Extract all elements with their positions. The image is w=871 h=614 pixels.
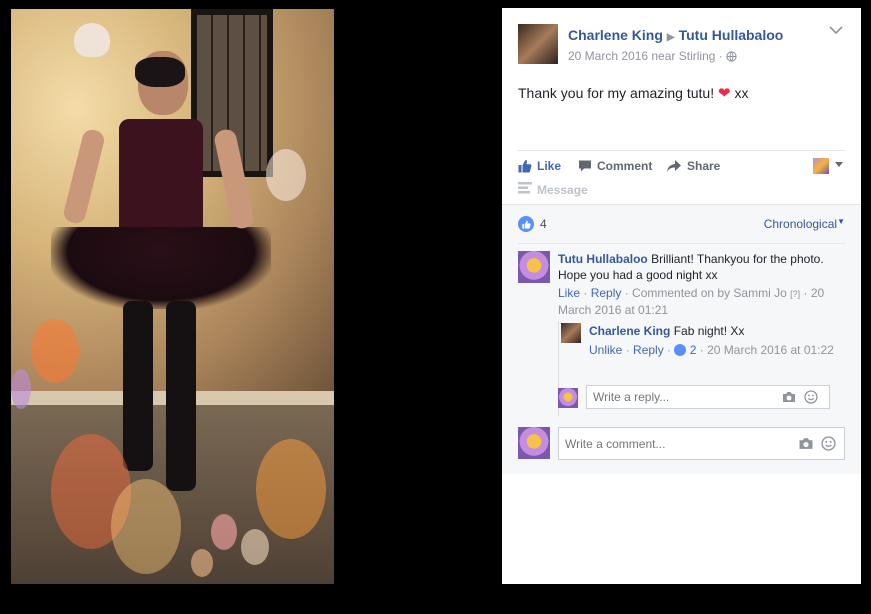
post-text: Thank you for my amazing tutu! ❤ xx [518, 84, 748, 102]
sort-label: Chronological [763, 217, 838, 231]
avatar [518, 427, 550, 459]
caret-down-icon[interactable] [835, 162, 843, 167]
comment-like-link[interactable]: Like [558, 286, 580, 300]
reaction-summary[interactable]: 4 [518, 216, 547, 232]
emoji-icon[interactable] [821, 436, 836, 454]
message-button[interactable]: Message [518, 182, 588, 197]
bokeh-light [266, 149, 306, 201]
bokeh-light [191, 549, 213, 577]
reply-text: Fab night! Xx [673, 324, 745, 338]
emoji-icon[interactable] [804, 390, 818, 407]
caret-down-icon: ▼ [837, 217, 845, 226]
post-author-line: Charlene King ▶ Tutu Hullabaloo [568, 27, 783, 43]
share-button[interactable]: Share [666, 159, 720, 173]
post-text-suffix: xx [734, 85, 749, 101]
reply-composer [559, 588, 846, 614]
like-button[interactable]: Like [518, 159, 561, 173]
avatar[interactable] [518, 24, 558, 64]
reaction-count: 4 [540, 217, 547, 231]
post-actions-bar: Like Comment Share Message [518, 150, 845, 207]
reply-unlike-link[interactable]: Unlike [589, 343, 622, 357]
post-text-body: Thank you for my amazing tutu! [518, 85, 715, 101]
message-label: Message [537, 182, 588, 197]
thumbs-up-icon [518, 159, 532, 173]
comment-author-link[interactable]: Tutu Hullabaloo [558, 252, 648, 266]
reply-author-link[interactable]: Charlene King [589, 324, 670, 338]
message-icon [518, 182, 532, 197]
reply-timestamp[interactable]: 20 March 2016 at 01:22 [707, 343, 834, 357]
reply-reply-link[interactable]: Reply [633, 343, 664, 357]
triangle-right-icon: ▶ [666, 32, 675, 43]
comment-body: Tutu Hullabaloo Brilliant! Thankyou for … [558, 251, 843, 318]
chevron-down-icon[interactable] [829, 24, 845, 40]
heart-emoji-icon: ❤ [717, 85, 731, 102]
bokeh-light [256, 439, 326, 539]
commented-on-by: Commented on by Sammi Jo [632, 286, 787, 300]
comments-section: 4 Chronological▼ Tutu Hullabaloo Brillia… [502, 204, 861, 474]
heart-decoration [74, 23, 110, 57]
speech-bubble-icon [578, 159, 592, 173]
share-arrow-icon [666, 159, 682, 173]
comment-label: Comment [597, 159, 653, 173]
reply-body: Charlene King Fab night! Xx Unlike · Rep… [589, 323, 839, 358]
bokeh-light [11, 369, 31, 409]
author-link[interactable]: Charlene King [568, 27, 663, 43]
camera-icon[interactable] [798, 437, 814, 453]
reactions-row: 4 Chronological▼ [518, 205, 845, 244]
like-reaction-icon [518, 216, 534, 232]
avatar[interactable] [518, 251, 550, 283]
post-side-panel: Charlene King ▶ Tutu Hullabaloo 20 March 2… [502, 8, 861, 584]
bokeh-light [241, 529, 269, 565]
comment-sort-dropdown[interactable]: Chronological▼ [764, 217, 845, 231]
help-link[interactable]: [?] [790, 289, 800, 299]
bokeh-light [111, 479, 181, 574]
post-timestamp[interactable]: 20 March 2016 near Stirling · [568, 49, 726, 63]
comment-reply-link[interactable]: Reply [591, 286, 622, 300]
avatar[interactable] [813, 158, 829, 174]
avatar [558, 388, 578, 408]
comment-actions: Like · Reply · Commented on by Sammi Jo … [558, 286, 825, 317]
camera-icon[interactable] [782, 391, 796, 406]
target-page-link[interactable]: Tutu Hullabaloo [679, 27, 784, 43]
post-meta: 20 March 2016 near Stirling · [568, 49, 737, 65]
comment-button[interactable]: Comment [578, 159, 652, 173]
bokeh-light [211, 514, 237, 550]
photo-viewer [0, 0, 502, 593]
reply-actions: Unlike · Reply · 2 · 20 March 2016 at 01… [589, 343, 834, 357]
globe-icon [726, 51, 737, 65]
post-photo[interactable] [11, 9, 334, 584]
reply-composer [558, 385, 845, 411]
like-label: Like [537, 159, 562, 173]
reply-like-count[interactable]: 2 [690, 343, 697, 357]
bokeh-light [31, 319, 79, 383]
share-label: Share [687, 159, 721, 173]
like-reaction-icon [674, 344, 687, 356]
avatar[interactable] [561, 323, 581, 343]
post-header: Charlene King ▶ Tutu Hullabaloo 20 March 2… [518, 24, 851, 64]
